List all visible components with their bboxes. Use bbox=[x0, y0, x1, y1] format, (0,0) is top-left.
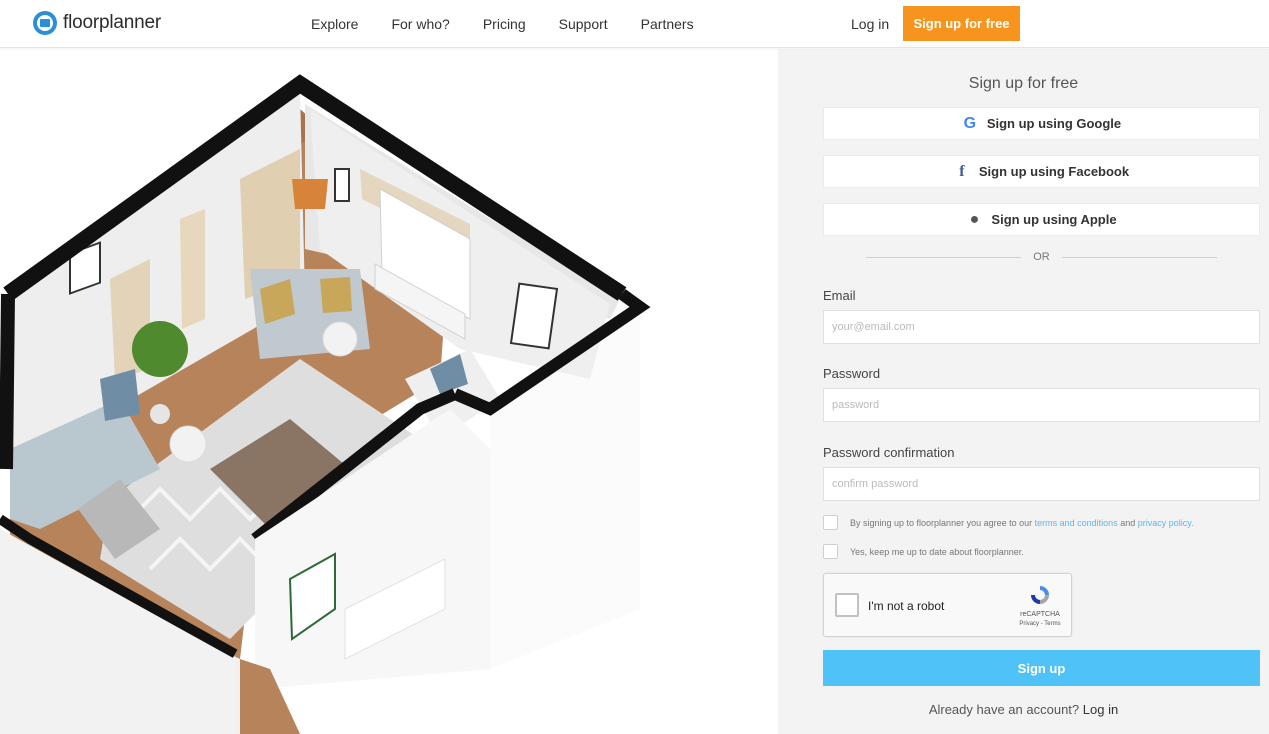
facebook-icon: f bbox=[959, 162, 965, 180]
floorplan-illustration bbox=[0, 49, 778, 734]
apple-icon: ● bbox=[969, 210, 980, 228]
terms-row: By signing up to floorplanner you agree … bbox=[823, 515, 1194, 530]
nav-pricing[interactable]: Pricing bbox=[483, 16, 526, 32]
header-login-link[interactable]: Log in bbox=[851, 16, 889, 32]
facebook-signup-label: Sign up using Facebook bbox=[978, 164, 1130, 179]
header-signup-button[interactable]: Sign up for free bbox=[903, 6, 1020, 41]
signup-panel: Sign up for free G Sign up using Google … bbox=[778, 49, 1269, 734]
terms-text: By signing up to floorplanner you agree … bbox=[850, 518, 1194, 528]
apple-signup-label: Sign up using Apple bbox=[991, 212, 1117, 227]
email-field[interactable] bbox=[823, 310, 1260, 344]
recaptcha-icon bbox=[1031, 586, 1049, 604]
signup-title: Sign up for free bbox=[968, 75, 1079, 92]
google-icon: G bbox=[963, 114, 977, 132]
password-field[interactable] bbox=[823, 388, 1260, 422]
newsletter-checkbox[interactable] bbox=[823, 544, 838, 559]
terms-and: and bbox=[1120, 517, 1136, 528]
or-label: OR bbox=[1033, 251, 1050, 263]
main-nav: Explore For who? Pricing Support Partner… bbox=[311, 16, 727, 32]
logo-icon bbox=[33, 11, 57, 35]
google-signup-label: Sign up using Google bbox=[986, 116, 1122, 131]
recaptcha-brand: reCAPTCHA bbox=[1020, 611, 1060, 618]
nav-explore[interactable]: Explore bbox=[311, 16, 358, 32]
recaptcha-widget: I'm not a robot reCAPTCHA Privacy - Term… bbox=[823, 573, 1072, 637]
top-header: floorplanner Explore For who? Pricing Su… bbox=[0, 0, 1269, 48]
nav-support[interactable]: Support bbox=[559, 16, 608, 32]
terms-checkbox[interactable] bbox=[823, 515, 838, 530]
newsletter-label: Yes, keep me up to date about floorplann… bbox=[850, 546, 1024, 557]
logo-text: floorplanner bbox=[63, 12, 161, 33]
floorplanner-logo[interactable]: floorplanner bbox=[33, 11, 161, 35]
newsletter-row: Yes, keep me up to date about floorplann… bbox=[823, 544, 1024, 559]
recaptcha-label: I'm not a robot bbox=[868, 599, 945, 613]
password-confirmation-label: Password confirmation bbox=[823, 445, 955, 460]
facebook-signup-button[interactable]: f Sign up using Facebook bbox=[823, 155, 1260, 188]
password-confirmation-field[interactable] bbox=[823, 467, 1260, 501]
privacy-policy-link[interactable]: privacy policy. bbox=[1138, 518, 1194, 528]
signup-submit-button[interactable]: Sign up bbox=[823, 650, 1260, 686]
email-label: Email bbox=[823, 288, 856, 303]
already-have-account: Already have an account? Log in bbox=[778, 702, 1269, 717]
google-signup-button[interactable]: G Sign up using Google bbox=[823, 107, 1260, 140]
nav-for-who[interactable]: For who? bbox=[391, 16, 449, 32]
nav-partners[interactable]: Partners bbox=[641, 16, 694, 32]
or-divider: OR bbox=[866, 249, 1217, 265]
floorplan-render bbox=[0, 74, 651, 734]
login-link[interactable]: Log in bbox=[1083, 702, 1118, 717]
terms-link[interactable]: terms and conditions bbox=[1035, 518, 1118, 528]
apple-signup-button[interactable]: ● Sign up using Apple bbox=[823, 203, 1260, 236]
already-text: Already have an account? bbox=[928, 702, 1080, 717]
terms-prefix: By signing up to floorplanner you agree … bbox=[850, 517, 1033, 528]
password-label: Password bbox=[823, 366, 881, 381]
recaptcha-links[interactable]: Privacy - Terms bbox=[1012, 621, 1068, 627]
recaptcha-checkbox[interactable] bbox=[835, 593, 859, 617]
